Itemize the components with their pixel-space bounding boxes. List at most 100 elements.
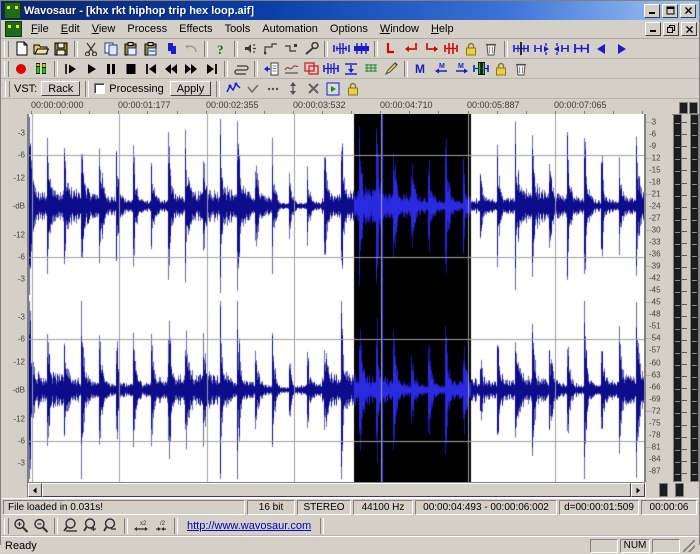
vst-rack-button[interactable]: Rack bbox=[41, 81, 81, 96]
region-icon[interactable] bbox=[571, 40, 591, 58]
marker-m-left-icon[interactable]: M bbox=[431, 60, 451, 78]
forward-icon[interactable] bbox=[181, 60, 201, 78]
menu-item-effects[interactable]: Effects bbox=[173, 21, 218, 37]
vst-processing-checkbox[interactable] bbox=[94, 83, 106, 94]
loop-point-icon[interactable] bbox=[511, 40, 531, 58]
loop-icon[interactable] bbox=[231, 60, 251, 78]
prev-icon[interactable] bbox=[591, 40, 611, 58]
menu-item-view[interactable]: View bbox=[86, 21, 122, 37]
app-icon[interactable] bbox=[4, 2, 21, 19]
menu-item-options[interactable]: Options bbox=[324, 21, 374, 37]
scroll-thumb[interactable] bbox=[42, 483, 631, 497]
forward-end-icon[interactable] bbox=[201, 60, 221, 78]
menu-item-window[interactable]: Window bbox=[374, 21, 425, 37]
menu-item-process[interactable]: Process bbox=[121, 21, 173, 37]
vst-apply-button[interactable]: Apply bbox=[169, 81, 212, 96]
next-icon[interactable] bbox=[611, 40, 631, 58]
help-icon[interactable]: ? bbox=[211, 40, 231, 58]
paste-icon[interactable] bbox=[121, 40, 141, 58]
toolbar-grip[interactable] bbox=[4, 517, 9, 534]
close-button[interactable] bbox=[680, 3, 696, 18]
paste-new-icon[interactable] bbox=[261, 60, 281, 78]
lock2-icon[interactable] bbox=[491, 60, 511, 78]
checkmark-icon[interactable] bbox=[243, 80, 263, 98]
pencil-icon[interactable] bbox=[381, 60, 401, 78]
marker-icon[interactable] bbox=[381, 40, 401, 58]
copy-icon[interactable] bbox=[101, 40, 121, 58]
scroll-left-button[interactable] bbox=[28, 483, 42, 497]
select-all-icon[interactable] bbox=[331, 40, 351, 58]
tools-icon[interactable] bbox=[301, 40, 321, 58]
play-green-icon[interactable] bbox=[323, 80, 343, 98]
toolbar-grip[interactable] bbox=[5, 80, 10, 97]
save-file-icon[interactable] bbox=[51, 40, 71, 58]
zoom-vertical-in-icon[interactable] bbox=[81, 517, 101, 535]
toolbar-grip[interactable] bbox=[4, 60, 9, 77]
paste-mix-icon[interactable] bbox=[161, 40, 181, 58]
record-icon[interactable] bbox=[11, 60, 31, 78]
toolbar-grip[interactable] bbox=[4, 40, 9, 57]
close-x-icon[interactable] bbox=[303, 80, 323, 98]
new-file-icon[interactable] bbox=[11, 40, 31, 58]
snap-start-icon[interactable] bbox=[531, 40, 551, 58]
play-icon[interactable] bbox=[81, 60, 101, 78]
undo-icon[interactable] bbox=[181, 40, 201, 58]
timeline-ruler[interactable]: 00:00:00:000 00:00:01:177 00:00:02:355 00:0… bbox=[27, 99, 673, 115]
waveform-display[interactable] bbox=[28, 114, 645, 482]
envelope-icon[interactable] bbox=[281, 60, 301, 78]
waveform-canvas[interactable] bbox=[29, 114, 644, 482]
silence-icon[interactable] bbox=[321, 60, 341, 78]
menu-item-file[interactable]: File bbox=[25, 21, 55, 37]
rewind-icon[interactable] bbox=[161, 60, 181, 78]
open-file-icon[interactable] bbox=[31, 40, 51, 58]
fade-out-icon[interactable] bbox=[281, 40, 301, 58]
play-selection-icon[interactable] bbox=[61, 60, 81, 78]
marker-m-icon[interactable]: M bbox=[411, 60, 431, 78]
zoom-out-icon[interactable] bbox=[31, 517, 51, 535]
rewind-start-icon[interactable] bbox=[141, 60, 161, 78]
normalize-icon[interactable] bbox=[341, 60, 361, 78]
menu-item-tools[interactable]: Tools bbox=[219, 21, 257, 37]
zoom-selection-icon[interactable] bbox=[61, 517, 81, 535]
cut-icon[interactable] bbox=[81, 40, 101, 58]
wavosaur-website-link[interactable]: http://www.wavosaur.com bbox=[181, 520, 317, 532]
lock-icon[interactable] bbox=[461, 40, 481, 58]
record-meter-icon[interactable] bbox=[31, 60, 51, 78]
mdi-restore-button[interactable] bbox=[663, 22, 679, 36]
paste-special-icon[interactable] bbox=[141, 40, 161, 58]
menu-item-edit[interactable]: Edit bbox=[55, 21, 86, 37]
select-region-icon[interactable] bbox=[351, 40, 371, 58]
marker-m-right-icon[interactable]: M bbox=[451, 60, 471, 78]
maximize-button[interactable] bbox=[662, 3, 678, 18]
zoom-x2-icon[interactable]: x2 bbox=[131, 517, 151, 535]
menu-item-help[interactable]: Help bbox=[425, 21, 460, 37]
zoom-div2-icon[interactable]: /2 bbox=[151, 517, 171, 535]
horizontal-scrollbar[interactable] bbox=[27, 482, 646, 498]
dots-icon[interactable] bbox=[263, 80, 283, 98]
zoom-in-icon[interactable] bbox=[11, 517, 31, 535]
vertical-arrows-icon[interactable] bbox=[283, 80, 303, 98]
automation-curve-icon[interactable] bbox=[223, 80, 243, 98]
duplicate-icon[interactable] bbox=[301, 60, 321, 78]
note-icon[interactable] bbox=[361, 60, 381, 78]
trash-icon[interactable] bbox=[511, 60, 531, 78]
marker-pair-icon[interactable] bbox=[441, 40, 461, 58]
snap-end-icon[interactable] bbox=[551, 40, 571, 58]
scroll-right-button[interactable] bbox=[631, 483, 645, 497]
minimize-button[interactable] bbox=[644, 3, 660, 18]
delete-icon[interactable] bbox=[481, 40, 501, 58]
stop-icon[interactable] bbox=[121, 60, 141, 78]
mdi-minimize-button[interactable] bbox=[645, 22, 661, 36]
lock-yellow-icon[interactable] bbox=[343, 80, 363, 98]
pause-icon[interactable] bbox=[101, 60, 121, 78]
document-icon[interactable] bbox=[5, 21, 22, 37]
zoom-vertical-out-icon[interactable] bbox=[101, 517, 121, 535]
volume-icon[interactable] bbox=[241, 40, 261, 58]
fade-in-icon[interactable] bbox=[261, 40, 281, 58]
marker-left-icon[interactable] bbox=[401, 40, 421, 58]
menu-item-automation[interactable]: Automation bbox=[256, 21, 324, 37]
resize-grip[interactable] bbox=[683, 539, 695, 552]
mdi-close-button[interactable] bbox=[681, 22, 697, 36]
marker-right-icon[interactable] bbox=[421, 40, 441, 58]
region-highlight-icon[interactable] bbox=[471, 60, 491, 78]
